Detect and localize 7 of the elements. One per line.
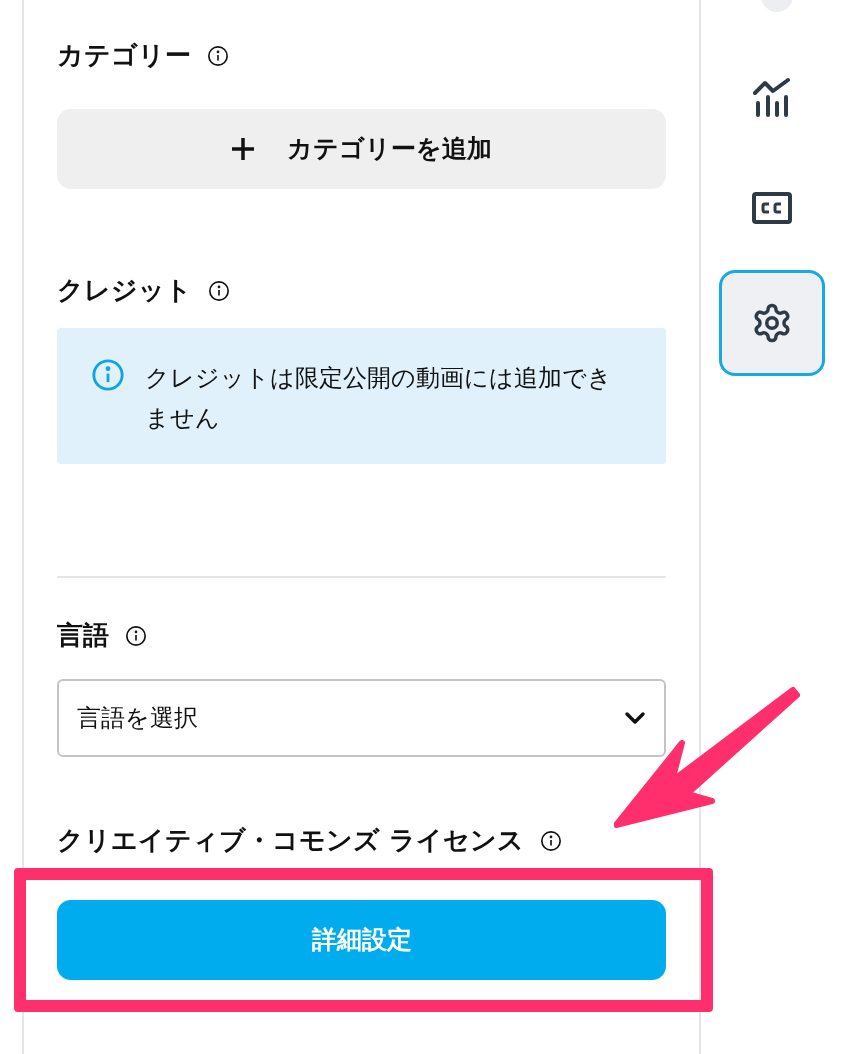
section-heading: 言語: [57, 619, 109, 652]
notice-text: クレジットは限定公開の動画には追加できません: [145, 363, 613, 434]
language-select[interactable]: 言語を選択: [57, 679, 666, 757]
section-heading: クレジット: [57, 274, 192, 307]
section-heading: クリエイティブ・コモンズ ライセンス: [57, 824, 525, 857]
section-heading: カテゴリー: [57, 39, 191, 72]
add-category-button[interactable]: カテゴリーを追加: [57, 109, 666, 189]
